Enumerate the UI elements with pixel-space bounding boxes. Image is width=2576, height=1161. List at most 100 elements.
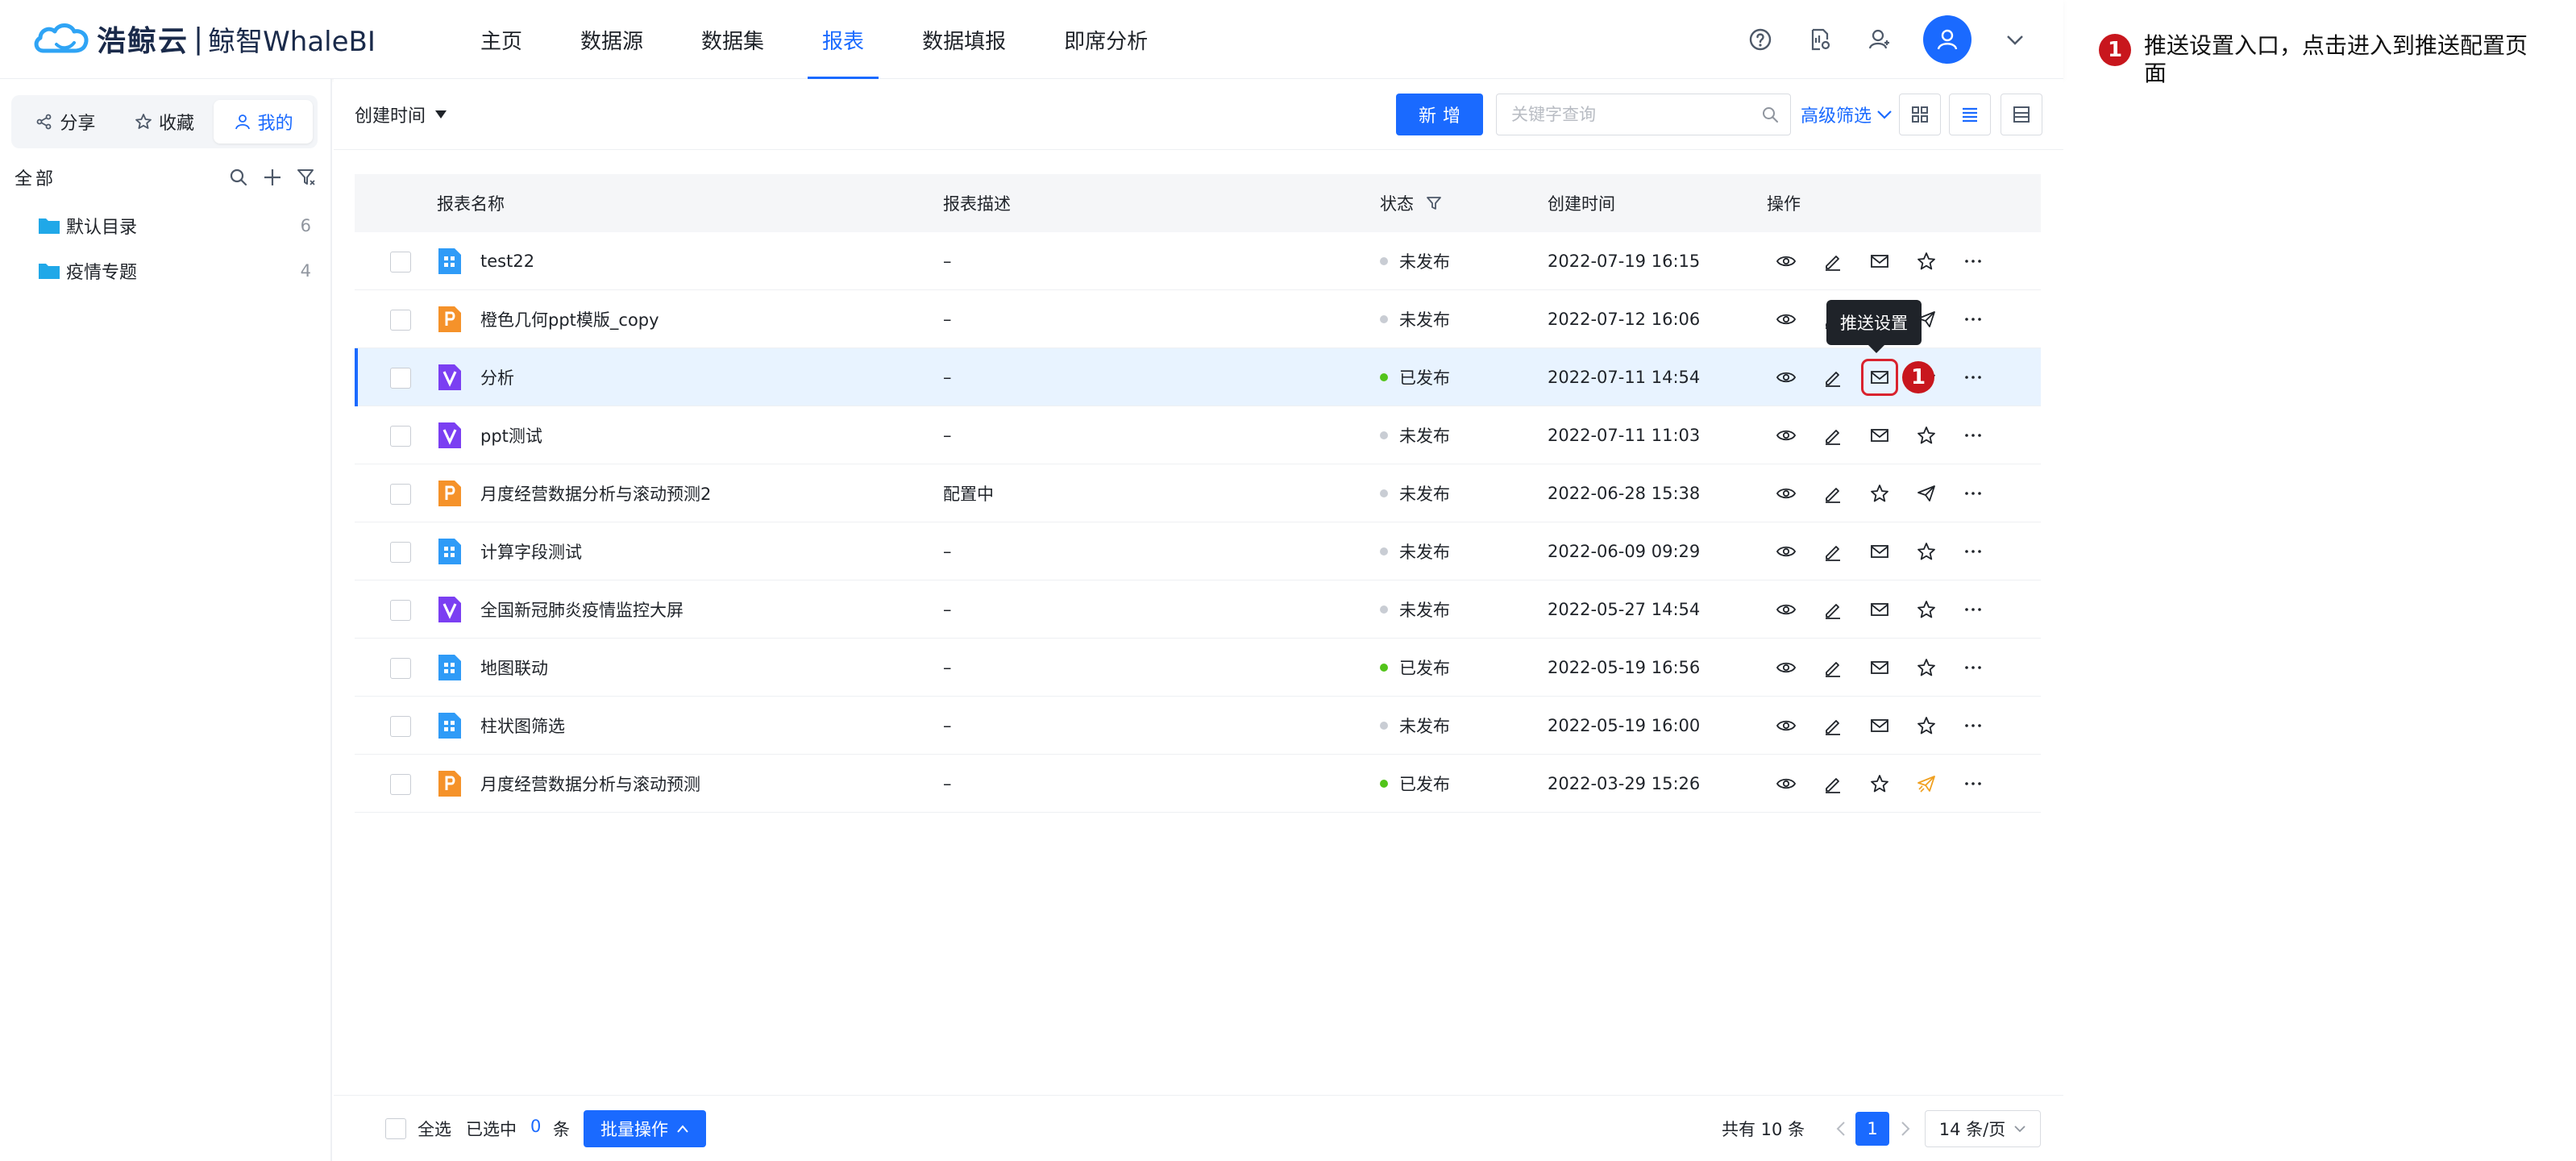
push-settings-button[interactable]	[1867, 248, 1893, 274]
table-row[interactable]: 地图联动 – 已发布 2022-05-19 16:56	[355, 639, 2041, 697]
more-button[interactable]	[1960, 655, 1986, 680]
folder-default[interactable]: 默认目录 6	[37, 208, 311, 243]
table-row[interactable]: 分析 – 已发布 2022-07-11 14:54 1	[355, 348, 2041, 406]
edit-button[interactable]	[1820, 481, 1846, 506]
tree-filter-button[interactable]	[293, 164, 319, 190]
row-checkbox[interactable]	[390, 426, 411, 447]
table-row[interactable]: 橙色几何ppt模版_copy – 未发布 2022-07-12 16:06	[355, 290, 2041, 348]
tab-mine[interactable]: 我的	[214, 100, 314, 144]
report-name[interactable]: 全国新冠肺炎疫情监控大屏	[480, 580, 683, 639]
report-name[interactable]: 柱状图筛选	[480, 697, 565, 755]
table-row[interactable]: ppt测试 – 未发布 2022-07-11 11:03	[355, 406, 2041, 464]
more-button[interactable]	[1960, 306, 1986, 332]
next-page-button[interactable]	[1896, 1115, 1915, 1142]
row-checkbox[interactable]	[390, 310, 411, 331]
preview-button[interactable]	[1773, 713, 1799, 739]
row-checkbox[interactable]	[390, 600, 411, 621]
table-row[interactable]: 柱状图筛选 – 未发布 2022-05-19 16:00	[355, 697, 2041, 755]
push-settings-button[interactable]	[1867, 539, 1893, 564]
batch-actions-button[interactable]: 批量操作	[584, 1110, 706, 1147]
page-size-select[interactable]: 14 条/页	[1925, 1110, 2041, 1147]
more-button[interactable]	[1960, 539, 1986, 564]
search-input[interactable]	[1511, 94, 1753, 135]
more-button[interactable]	[1960, 597, 1986, 622]
preview-button[interactable]	[1773, 422, 1799, 448]
search-icon[interactable]	[1761, 106, 1779, 123]
tab-share[interactable]: 分享	[16, 100, 115, 144]
report-name[interactable]: test22	[480, 232, 534, 290]
push-settings-button[interactable]	[1867, 597, 1893, 622]
edit-button[interactable]	[1820, 771, 1846, 797]
favorite-button[interactable]	[1913, 713, 1939, 739]
table-row[interactable]: 全国新冠肺炎疫情监控大屏 – 未发布 2022-05-27 14:54	[355, 580, 2041, 639]
row-checkbox[interactable]	[390, 252, 411, 273]
edit-button[interactable]	[1820, 248, 1846, 274]
sort-dropdown[interactable]: 创建时间	[355, 100, 448, 129]
favorite-button[interactable]	[1913, 597, 1939, 622]
row-checkbox[interactable]	[390, 368, 411, 389]
filter-icon[interactable]	[1425, 194, 1443, 212]
table-row[interactable]: 计算字段测试 – 未发布 2022-06-09 09:29	[355, 522, 2041, 580]
report-name[interactable]: 计算字段测试	[480, 522, 582, 580]
select-all-checkbox[interactable]	[385, 1118, 406, 1139]
user-menu-toggle[interactable]	[1999, 23, 2031, 56]
report-name[interactable]: 橙色几何ppt模版_copy	[480, 290, 659, 348]
tab-favorites[interactable]: 收藏	[115, 100, 214, 144]
preview-button[interactable]	[1773, 248, 1799, 274]
edit-button[interactable]	[1820, 422, 1846, 448]
nav-reports[interactable]: 报表	[793, 0, 893, 79]
favorite-button[interactable]	[1867, 771, 1893, 797]
report-name[interactable]: 月度经营数据分析与滚动预测	[480, 755, 700, 813]
push-settings-button[interactable]	[1861, 359, 1898, 396]
edit-button[interactable]	[1820, 713, 1846, 739]
edit-button[interactable]	[1820, 539, 1846, 564]
nav-dataset[interactable]: 数据集	[672, 0, 793, 79]
preview-button[interactable]	[1773, 539, 1799, 564]
row-checkbox[interactable]	[390, 658, 411, 679]
favorite-button[interactable]	[1913, 422, 1939, 448]
tree-all-label[interactable]: 全部	[15, 164, 218, 190]
row-checkbox[interactable]	[390, 542, 411, 563]
table-row[interactable]: 月度经营数据分析与滚动预测 – 已发布 2022-03-29 15:26	[355, 755, 2041, 813]
preview-button[interactable]	[1773, 306, 1799, 332]
more-button[interactable]	[1960, 771, 1986, 797]
table-row[interactable]: 月度经营数据分析与滚动预测2 配置中 未发布 2022-06-28 15:38	[355, 464, 2041, 522]
publish-button[interactable]	[1913, 481, 1939, 506]
report-name[interactable]: 地图联动	[480, 639, 548, 697]
preview-button[interactable]	[1773, 364, 1799, 390]
folder-epidemic[interactable]: 疫情专题 4	[37, 253, 311, 289]
more-button[interactable]	[1960, 364, 1986, 390]
edit-button[interactable]	[1820, 597, 1846, 622]
preview-button[interactable]	[1773, 481, 1799, 506]
publish-button[interactable]	[1913, 771, 1939, 797]
push-settings-button[interactable]	[1867, 422, 1893, 448]
nav-data-entry[interactable]: 数据填报	[893, 0, 1035, 79]
edit-button[interactable]	[1820, 655, 1846, 680]
report-name[interactable]: 分析	[480, 348, 514, 406]
preview-button[interactable]	[1773, 655, 1799, 680]
favorite-button[interactable]	[1913, 539, 1939, 564]
row-checkbox[interactable]	[390, 774, 411, 795]
table-view-button[interactable]	[2001, 94, 2042, 135]
tree-add-button[interactable]	[260, 164, 285, 190]
nav-datasource[interactable]: 数据源	[551, 0, 672, 79]
logo[interactable]: 浩鲸云 | 鲸智WhaleBI	[32, 18, 376, 60]
row-checkbox[interactable]	[390, 716, 411, 737]
push-settings-button[interactable]	[1867, 655, 1893, 680]
favorite-button[interactable]	[1867, 481, 1893, 506]
tree-search-button[interactable]	[226, 164, 251, 190]
favorite-button[interactable]	[1913, 655, 1939, 680]
nav-adhoc-analysis[interactable]: 即席分析	[1035, 0, 1177, 79]
list-view-button[interactable]	[1949, 94, 1991, 135]
more-button[interactable]	[1960, 481, 1986, 506]
more-button[interactable]	[1960, 422, 1986, 448]
select-all-label[interactable]: 全选	[418, 1117, 451, 1141]
user-manage-button[interactable]	[1863, 23, 1896, 56]
report-name[interactable]: ppt测试	[480, 406, 542, 464]
prev-page-button[interactable]	[1831, 1115, 1851, 1142]
report-name[interactable]: 月度经营数据分析与滚动预测2	[480, 464, 711, 522]
favorite-button[interactable]	[1913, 248, 1939, 274]
preview-button[interactable]	[1773, 771, 1799, 797]
help-button[interactable]	[1744, 23, 1776, 56]
more-button[interactable]	[1960, 248, 1986, 274]
